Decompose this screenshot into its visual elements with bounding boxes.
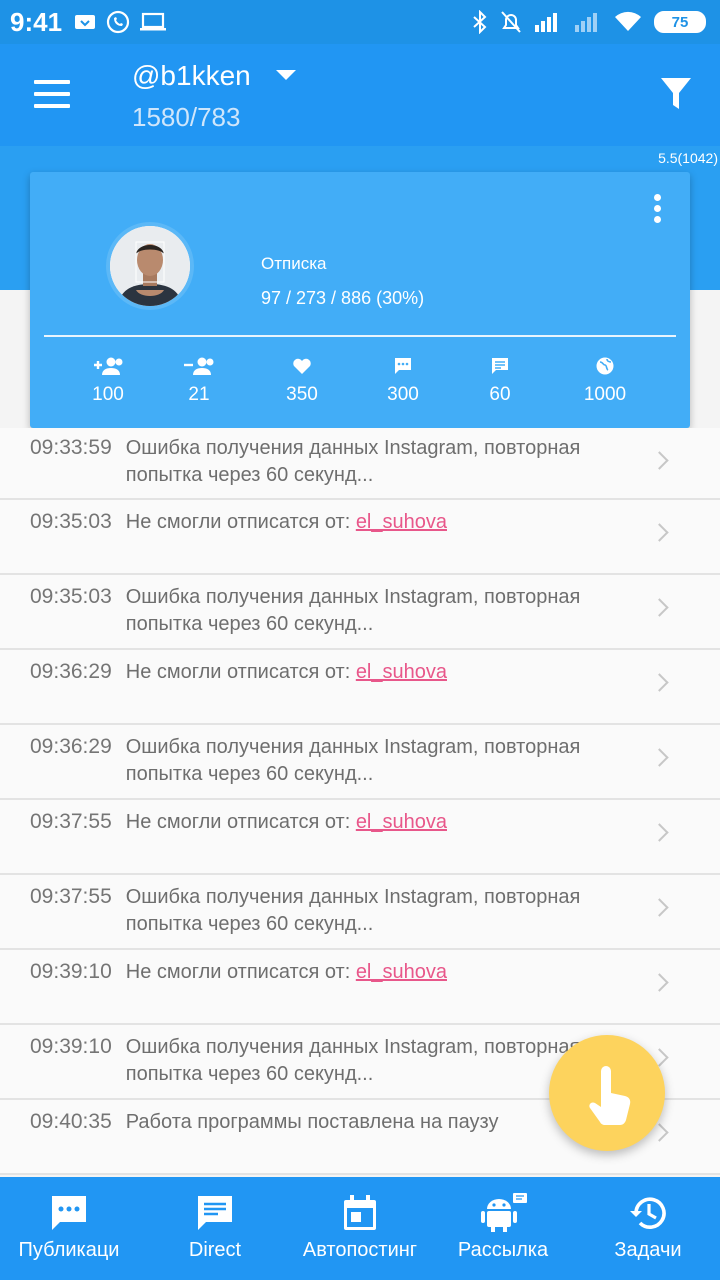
person-remove-icon: [184, 357, 214, 375]
status-bar: 9:41 75: [0, 0, 720, 44]
log-row[interactable]: 09:36:29 Не смогли отписатся от: el_suho…: [0, 650, 720, 725]
log-row[interactable]: 09:36:29 Ошибка получения данных Instagr…: [0, 725, 720, 800]
filter-icon[interactable]: [660, 76, 692, 112]
cloud-download-icon: [75, 15, 96, 29]
log-time: 09:39:10: [30, 960, 112, 983]
log-time: 09:35:03: [30, 585, 112, 608]
log-message: Ошибка получения данных Instagram, повто…: [125, 437, 581, 486]
log-row[interactable]: 09:37:55 Ошибка получения данных Instagr…: [0, 875, 720, 950]
version-label: 5.5(1042): [658, 150, 718, 166]
app-bar: @b1kken 1580/783: [0, 44, 720, 146]
signal-weak-icon: [575, 13, 597, 32]
history-icon: [630, 1197, 666, 1229]
log-time: 09:36:29: [30, 735, 112, 758]
person-add-icon: [94, 357, 123, 375]
task-progress: 97 / 273 / 886 (30%): [261, 288, 425, 308]
account-name[interactable]: @b1kken: [132, 60, 251, 92]
log-message: Ошибка получения данных Instagram, повто…: [125, 1036, 581, 1085]
log-message: Ошибка получения данных Instagram, повто…: [125, 736, 581, 785]
chevron-right-icon: [650, 823, 669, 842]
avatar-image: [110, 226, 190, 306]
nav-tasks[interactable]: Задачи: [588, 1177, 708, 1280]
stat-messages: 60: [450, 356, 550, 406]
touch-icon: [589, 1066, 631, 1125]
nav-direct[interactable]: Direct: [155, 1177, 275, 1280]
account-stats: 1580/783: [132, 102, 241, 132]
nav-publications[interactable]: Публикаци: [4, 1177, 134, 1280]
log-message: Не смогли отписатся от: el_suhova: [125, 661, 447, 683]
log-message: Не смогли отписатся от: el_suhova: [125, 961, 447, 983]
log-time: 09:37:55: [30, 885, 112, 908]
chevron-right-icon: [650, 451, 669, 470]
log-message: Ошибка получения данных Instagram, повто…: [125, 586, 581, 635]
username-link[interactable]: el_suhova: [356, 811, 447, 833]
heart-icon: [293, 358, 311, 374]
log-row[interactable]: 09:33:59 Ошибка получения данных Instagr…: [0, 428, 720, 500]
laptop-icon: [140, 12, 167, 31]
battery-level: 75: [671, 13, 689, 31]
message-icon: [492, 358, 508, 374]
chevron-right-icon: [650, 598, 669, 617]
log-message: Работа программы поставлена на паузу: [125, 1111, 499, 1133]
stat-likes: 350: [252, 356, 352, 406]
stat-follow: 100: [58, 356, 158, 406]
divider: [44, 335, 676, 337]
username-link[interactable]: el_suhova: [356, 511, 447, 533]
chevron-right-icon: [650, 523, 669, 542]
log-message: Ошибка получения данных Instagram, повто…: [125, 886, 581, 935]
calendar-icon: [344, 1195, 376, 1230]
dropdown-icon[interactable]: [276, 70, 296, 80]
log-time: 09:39:10: [30, 1035, 112, 1058]
stat-global: 1000: [555, 356, 655, 406]
log-row[interactable]: 09:39:10 Не смогли отписатся от: el_suho…: [0, 950, 720, 1025]
task-stats: 100 21 350 300 60 1000: [30, 356, 690, 412]
notifications-off-icon: [501, 11, 521, 33]
chevron-right-icon: [650, 673, 669, 692]
avatar: [106, 222, 194, 310]
message-icon: [198, 1196, 232, 1230]
whatsapp-icon: [106, 10, 130, 34]
signal-icon: [535, 13, 557, 32]
globe-icon: [596, 357, 614, 375]
chevron-right-icon: [650, 748, 669, 767]
chevron-right-icon: [650, 898, 669, 917]
battery-icon: 75: [654, 11, 706, 33]
bottom-nav: Публикаци Direct Автопостинг Рассылка За…: [0, 1177, 720, 1280]
nav-autoposting[interactable]: Автопостинг: [295, 1177, 425, 1280]
status-time: 9:41: [10, 6, 63, 37]
chat-bubble-icon: [52, 1196, 86, 1230]
log-time: 09:33:59: [30, 436, 112, 459]
menu-icon[interactable]: [34, 80, 70, 108]
comment-icon: [395, 358, 411, 374]
log-row[interactable]: 09:35:03 Ошибка получения данных Instagr…: [0, 575, 720, 650]
task-name: Отписка: [261, 254, 327, 273]
username-link[interactable]: el_suhova: [356, 661, 447, 683]
log-row[interactable]: 09:37:55 Не смогли отписатся от: el_suho…: [0, 800, 720, 875]
log-message: Не смогли отписатся от: el_suhova: [125, 811, 447, 833]
stat-comments: 300: [353, 356, 453, 406]
bluetooth-icon: [473, 10, 487, 34]
log-time: 09:36:29: [30, 660, 112, 683]
log-row[interactable]: 09:35:03 Не смогли отписатся от: el_suho…: [0, 500, 720, 575]
chevron-right-icon: [650, 973, 669, 992]
nav-mailing[interactable]: Рассылка: [443, 1177, 563, 1280]
log-time: 09:37:55: [30, 810, 112, 833]
touch-action-button[interactable]: [549, 1035, 665, 1151]
more-vert-icon[interactable]: [652, 194, 662, 226]
android-icon: [481, 1193, 527, 1232]
log-time: 09:40:35: [30, 1110, 112, 1133]
username-link[interactable]: el_suhova: [356, 961, 447, 983]
stat-unfollow: 21: [149, 356, 249, 406]
log-message: Не смогли отписатся от: el_suhova: [125, 511, 447, 533]
task-card[interactable]: Отписка 97 / 273 / 886 (30%) 100 21 350 …: [30, 172, 690, 428]
wifi-icon: [615, 11, 641, 31]
log-time: 09:35:03: [30, 510, 112, 533]
